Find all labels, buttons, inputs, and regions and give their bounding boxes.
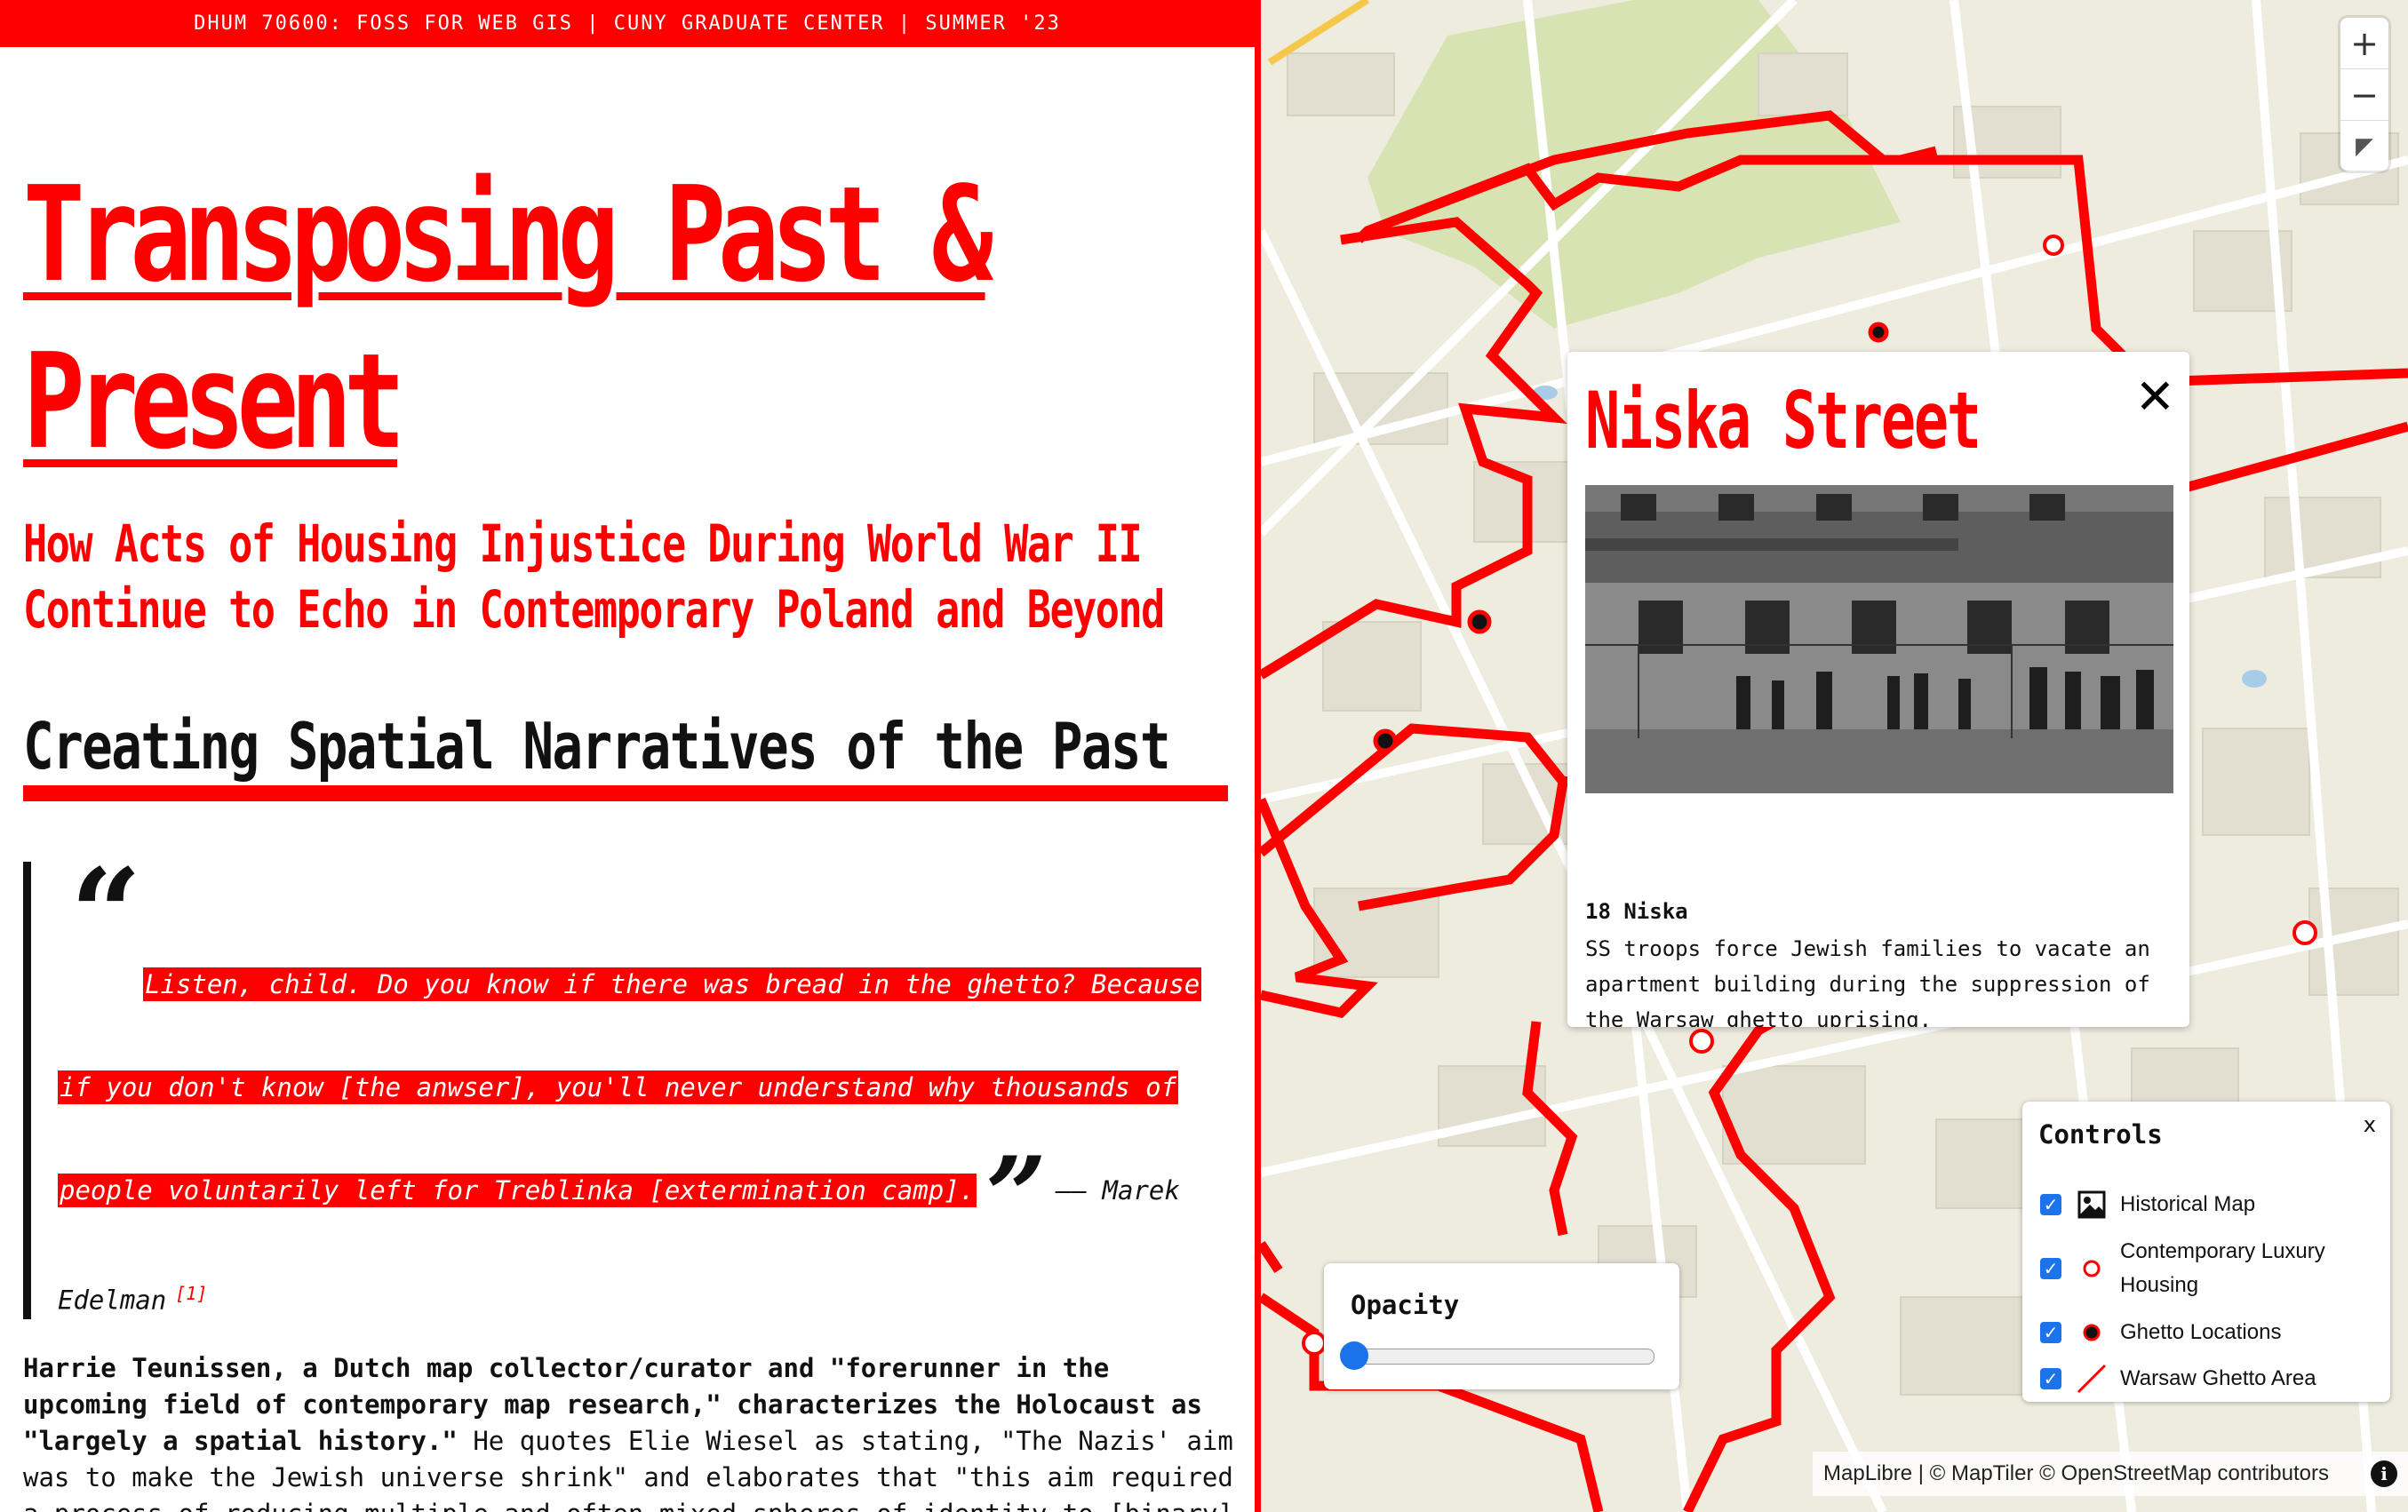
popup-title: Niska Street xyxy=(1585,375,1981,466)
zoom-in-button[interactable]: + xyxy=(2340,18,2388,69)
ghetto-area-label: Warsaw Ghetto Area xyxy=(2120,1366,2316,1390)
quote-line-2: if you don't know [the anwser], you'll n… xyxy=(58,1070,1179,1104)
section-divider xyxy=(23,785,1228,801)
luxury-housing-marker xyxy=(1689,1029,1714,1054)
quote-attribution-b: Edelman xyxy=(58,1285,167,1316)
map-navigation-control: + − ◤ xyxy=(2340,18,2388,171)
luxury-housing-marker xyxy=(1302,1331,1327,1356)
layer-row-ghetto-locations: ✓ Ghetto Locations xyxy=(2040,1317,2387,1349)
quote-text: Listen, child. Do you know if there was … xyxy=(58,933,1240,1352)
opacity-slider-track[interactable] xyxy=(1352,1349,1655,1365)
ghetto-location-marker xyxy=(1373,728,1398,753)
historical-map-label: Historical Map xyxy=(2120,1192,2256,1216)
subtitle-line-2: Continue to Echo in Contemporary Poland … xyxy=(23,579,1165,640)
location-popup: Niska Street ✕ 18 Niska SS troops force … xyxy=(1567,352,2189,1027)
quote-line-1: Listen, child. Do you know if there was … xyxy=(143,967,1202,1001)
ghetto-area-checkbox[interactable]: ✓ xyxy=(2040,1368,2061,1389)
luxury-housing-checkbox[interactable]: ✓ xyxy=(2040,1258,2061,1279)
ghetto-location-marker xyxy=(1868,322,1889,343)
subtitle-line-1: How Acts of Housing Injustice During Wor… xyxy=(23,513,1143,574)
ghetto-location-marker xyxy=(1467,609,1492,634)
popup-description: SS troops force Jewish families to vacat… xyxy=(1585,936,2150,1027)
info-icon[interactable]: i xyxy=(2371,1460,2397,1487)
layer-row-luxury-housing: ✓ Contemporary Luxury Housing xyxy=(2040,1235,2387,1302)
page-title-line-1: Transposing Past & xyxy=(23,158,993,311)
compass-icon: ◤ xyxy=(2356,132,2373,160)
footnote-link[interactable]: [1] xyxy=(175,1283,207,1304)
zoom-out-button[interactable]: − xyxy=(2340,69,2388,121)
luxury-housing-marker xyxy=(2292,920,2317,945)
layer-row-ghetto-area: ✓ Warsaw Ghetto Area xyxy=(2040,1363,2387,1395)
layer-controls-panel: Controls x ✓ Historical Map ✓ Contempora… xyxy=(2022,1102,2390,1402)
popup-close-button[interactable]: ✕ xyxy=(2135,373,2175,421)
blockquote: “ Listen, child. Do you know if there wa… xyxy=(23,853,1240,1319)
quote-line-3: people voluntarily left for Treblinka [e… xyxy=(58,1174,977,1207)
historical-map-checkbox[interactable]: ✓ xyxy=(2040,1194,2061,1215)
controls-title: Controls xyxy=(2038,1119,2163,1150)
opacity-slider-thumb[interactable] xyxy=(1340,1341,1368,1370)
close-quote-mark: ” xyxy=(985,1134,1048,1259)
layer-row-historical-map: ✓ Historical Map xyxy=(2040,1189,2387,1221)
attribution-text[interactable]: MapLibre | © MapTiler © OpenStreetMap co… xyxy=(1823,1461,2329,1485)
historical-photo xyxy=(1585,485,2173,793)
opacity-label: Opacity xyxy=(1351,1290,1460,1320)
ghetto-locations-label: Ghetto Locations xyxy=(2120,1320,2282,1344)
compass-button[interactable]: ◤ xyxy=(2340,121,2388,171)
page-subtitle: How Acts of Housing Injustice During Wor… xyxy=(23,511,1165,642)
panel-divider xyxy=(1255,0,1261,1512)
luxury-housing-marker xyxy=(2043,235,2064,256)
controls-close-button[interactable]: x xyxy=(2364,1112,2376,1137)
red-ring-icon xyxy=(2076,1253,2108,1285)
red-line-icon xyxy=(2076,1363,2108,1395)
article-panel: DHUM 70600: FOSS FOR WEB GIS | CUNY GRAD… xyxy=(0,0,1255,1512)
black-dot-icon xyxy=(2076,1317,2108,1349)
course-header-bar: DHUM 70600: FOSS FOR WEB GIS | CUNY GRAD… xyxy=(0,0,1255,47)
opacity-control: Opacity xyxy=(1324,1263,1679,1389)
section-heading: Creating Spatial Narratives of the Past xyxy=(23,709,1171,784)
luxury-housing-label: Contemporary Luxury Housing xyxy=(2120,1239,2325,1297)
quote-attribution-a: —— Marek xyxy=(1056,1175,1180,1206)
map-attribution: MapLibre | © MapTiler © OpenStreetMap co… xyxy=(1813,1452,2408,1496)
popup-address: 18 Niska xyxy=(1585,899,1688,924)
page-title-line-2: Present xyxy=(23,325,405,478)
image-icon xyxy=(2076,1189,2108,1221)
body-paragraph: Harrie Teunissen, a Dutch map collector/… xyxy=(23,1350,1240,1512)
ghetto-locations-checkbox[interactable]: ✓ xyxy=(2040,1322,2061,1343)
page-title: Transposing Past & Present xyxy=(23,151,993,485)
